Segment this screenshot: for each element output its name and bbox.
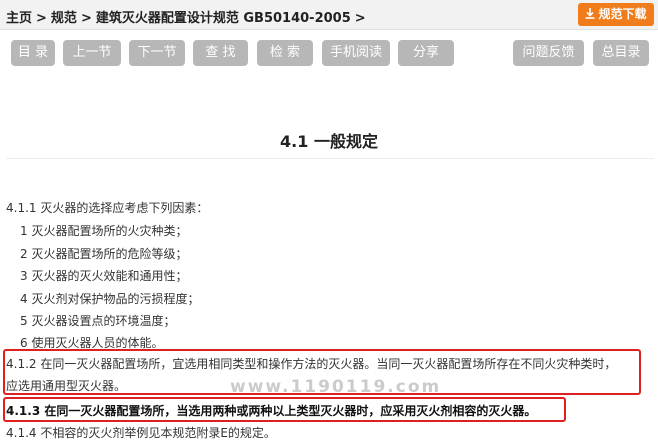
breadcrumb: 主页 > 规范 > 建筑灭火器配置设计规范 GB50140-2005 >: [6, 7, 370, 26]
download-icon: [585, 8, 595, 19]
feedback-button[interactable]: 问题反馈: [513, 40, 584, 66]
clause-4-1-1-item: 2 灭火器配置场所的危险等级；: [20, 247, 188, 261]
find-button[interactable]: 查 找: [193, 40, 248, 66]
breadcrumb-separator: >: [354, 11, 366, 26]
clause-4-1-3: 4.1.3 在同一灭火器配置场所，当选用两种或两种以上类型灭火器时，应采用灭火剂…: [6, 404, 537, 418]
search-button[interactable]: 检 索: [257, 40, 313, 66]
clause-4-1-2-line2: 应选用通用型灭火器。: [6, 379, 127, 393]
breadcrumb-separator: >: [36, 11, 47, 26]
share-button[interactable]: 分享: [398, 40, 454, 66]
next-section-button[interactable]: 下一节: [129, 40, 185, 66]
clause-4-1-4: 4.1.4 不相容的灭火剂举例见本规范附录E的规定。: [6, 426, 276, 440]
download-standard-button[interactable]: 规范下载: [578, 3, 654, 26]
previous-section-button[interactable]: 上一节: [63, 40, 121, 66]
clause-4-1-1-item: 1 灭火器配置场所的火灾种类；: [20, 224, 188, 238]
title-divider: [6, 158, 654, 159]
mobile-read-button[interactable]: 手机阅读: [322, 40, 390, 66]
master-toc-button[interactable]: 总目录: [593, 40, 649, 66]
breadcrumb-standards-link[interactable]: 规范: [51, 11, 77, 26]
breadcrumb-home-link[interactable]: 主页: [6, 11, 32, 26]
clause-4-1-1-item: 5 灭火器设置点的环境温度；: [20, 314, 176, 328]
clause-4-1-1-intro: 4.1.1 灭火器的选择应考虑下列因素：: [6, 201, 209, 215]
watermark: www.1190119.com: [230, 377, 442, 397]
clause-4-1-1-item: 4 灭火剂对保护物品的污损程度；: [20, 292, 200, 306]
toolbar: 目 录 上一节 下一节 查 找 检 索 手机阅读 分享 问题反馈 总目录: [0, 40, 658, 66]
breadcrumb-current-standard: 建筑灭火器配置设计规范 GB50140-2005: [95, 11, 351, 26]
breadcrumb-separator: >: [80, 11, 92, 26]
download-button-label: 规范下载: [598, 7, 647, 21]
breadcrumb-bar: 主页 > 规范 > 建筑灭火器配置设计规范 GB50140-2005 > 规范下载: [0, 0, 658, 30]
clause-4-1-1-item: 3 灭火器的灭火效能和通用性；: [20, 269, 188, 283]
clause-4-1-2-line1: 4.1.2 在同一灭火器配置场所，宜选用相同类型和操作方法的灭火器。当同一灭火器…: [6, 357, 617, 371]
section-title: 4.1 一般规定: [280, 132, 378, 151]
toc-button[interactable]: 目 录: [11, 40, 55, 66]
